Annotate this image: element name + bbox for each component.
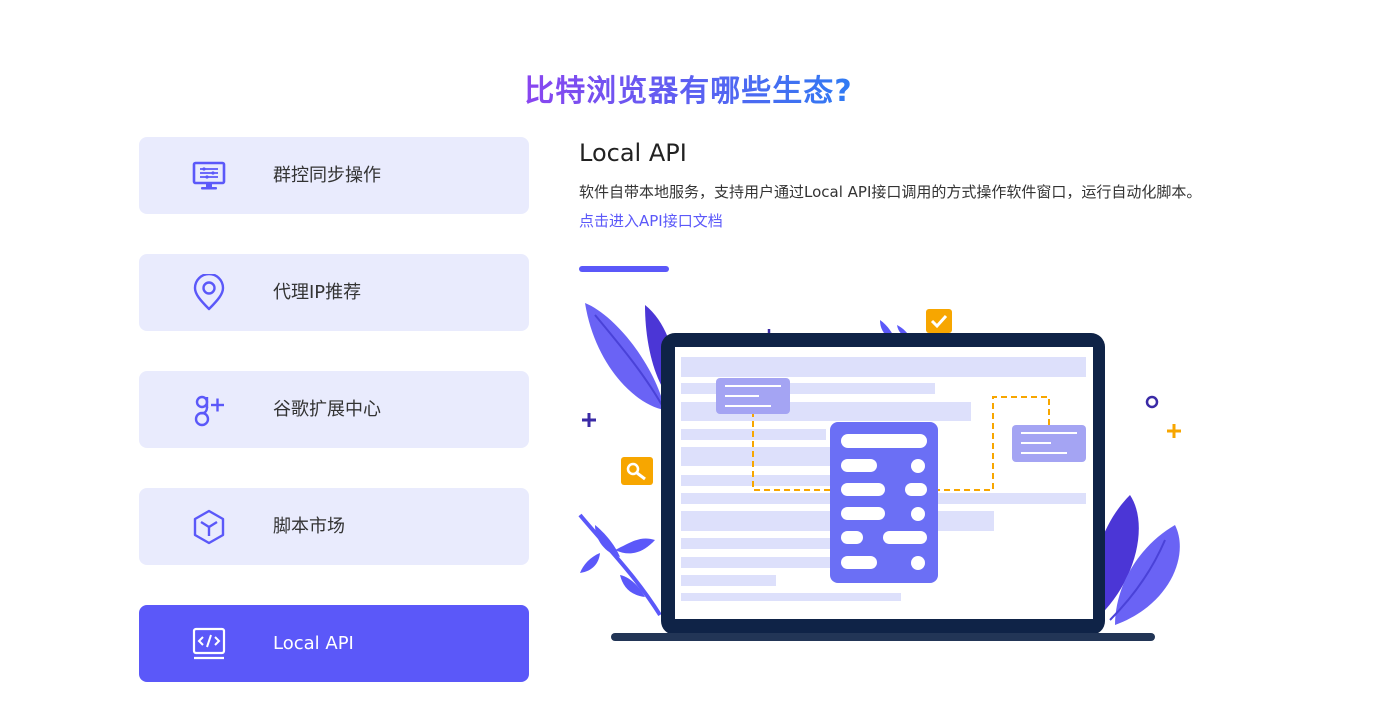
menu-item-proxy-ip[interactable]: 代理IP推荐 (139, 254, 529, 331)
api-docs-link[interactable]: 点击进入API接口文档 (579, 212, 723, 230)
google-plus-icon (191, 392, 227, 428)
menu-item-label: 脚本市场 (273, 516, 345, 537)
section-title: 比特浏览器有哪些生态? (0, 66, 1377, 110)
accent-bar (579, 266, 669, 272)
location-pin-icon (191, 274, 227, 311)
menu-item-label: 谷歌扩展中心 (273, 399, 381, 420)
code-window-icon (191, 626, 227, 662)
monitor-sync-icon (191, 158, 227, 194)
section-title-text: 比特浏览器有哪些生态? (524, 74, 853, 109)
menu-item-extension-center[interactable]: 谷歌扩展中心 (139, 371, 529, 448)
menu-item-local-api[interactable]: Local API (139, 605, 529, 682)
cube-icon (191, 509, 227, 545)
detail-description-text: 软件自带本地服务，支持用户通过Local API接口调用的方式操作软件窗口，运行… (579, 183, 1202, 201)
menu-item-label: Local API (273, 633, 354, 654)
detail-heading: Local API (579, 139, 687, 167)
menu-item-group-control[interactable]: 群控同步操作 (139, 137, 529, 214)
menu-item-label: 代理IP推荐 (273, 282, 362, 303)
page: 比特浏览器有哪些生态? 群控同步操作 代理IP推荐 谷歌扩展中心 脚本市场 Lo… (0, 0, 1377, 724)
menu-item-label: 群控同步操作 (273, 165, 381, 186)
detail-description: 软件自带本地服务，支持用户通过Local API接口调用的方式操作软件窗口，运行… (579, 178, 1215, 236)
api-illustration (575, 295, 1195, 655)
menu-item-script-market[interactable]: 脚本市场 (139, 488, 529, 565)
